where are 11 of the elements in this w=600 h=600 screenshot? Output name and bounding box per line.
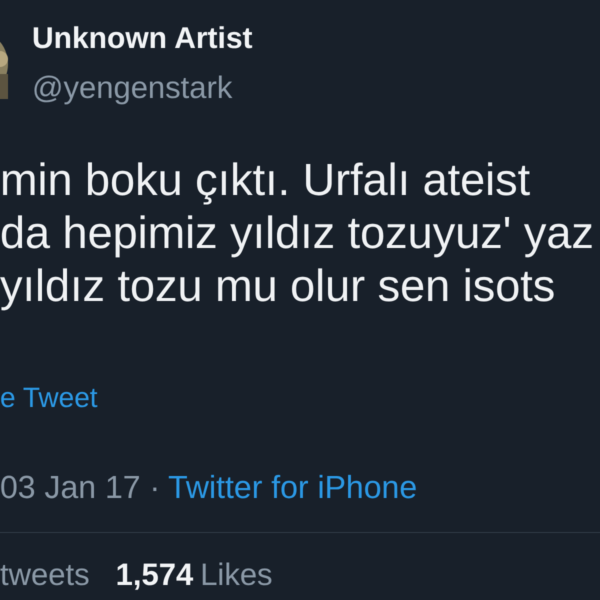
stat-label[interactable]: tweets	[0, 557, 90, 593]
tweet-date: 03 Jan 17 ·	[0, 469, 160, 506]
source-link[interactable]: Twitter for iPhone	[168, 469, 418, 506]
tweet-text-line: da hepimiz yıldız tozuyuz' yaz	[0, 206, 595, 259]
tweet-text-line: yıldız tozu mu olur sen isots	[0, 259, 556, 312]
translate-link[interactable]: e Tweet	[0, 382, 600, 414]
author-name: Unknown Artist	[32, 22, 253, 56]
tweet-text-line: min boku çıktı. Urfalı ateist	[0, 153, 532, 206]
stat-count: 1,574	[116, 557, 194, 593]
stat-label[interactable]: Likes	[200, 557, 273, 593]
author-handle: @yengenstark	[32, 70, 234, 106]
